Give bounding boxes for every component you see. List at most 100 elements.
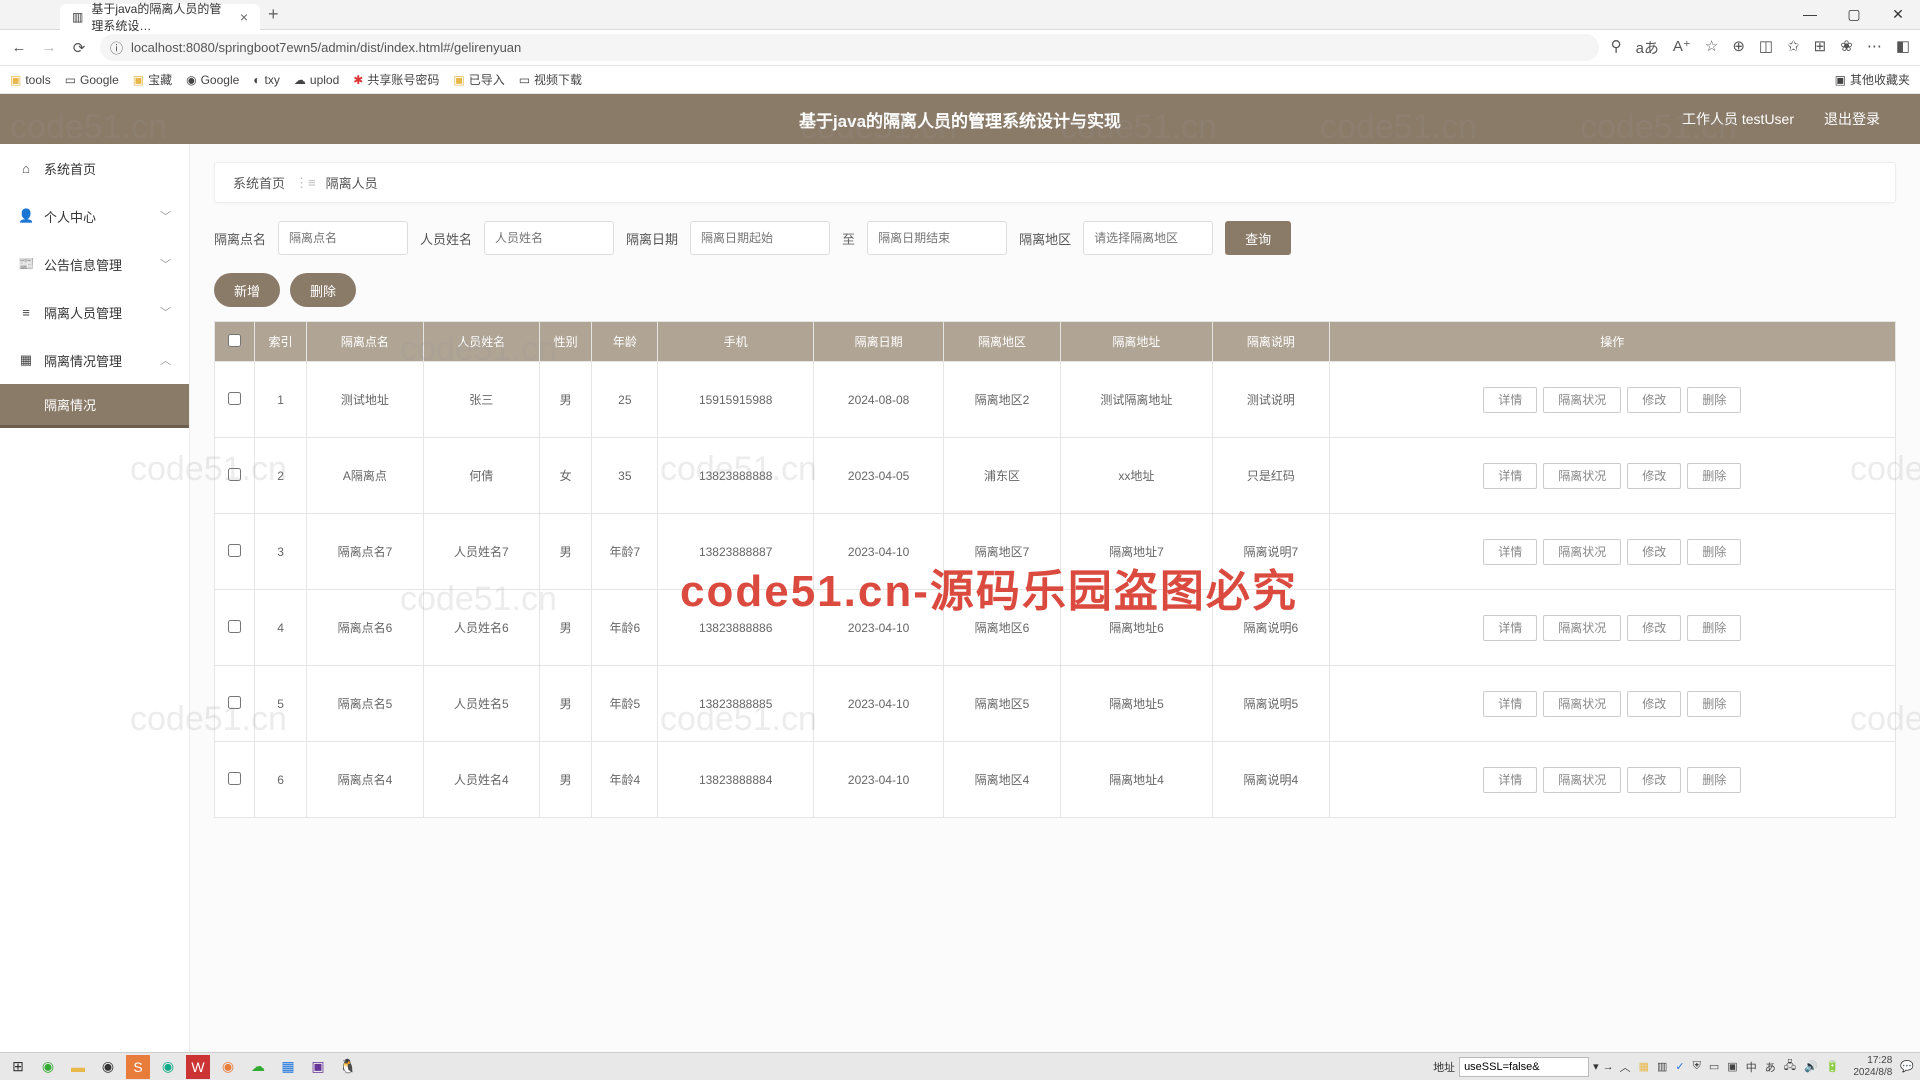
row-action-button[interactable]: 隔离状况 [1543, 539, 1621, 565]
row-action-button[interactable]: 详情 [1483, 539, 1537, 565]
sync-icon[interactable]: ❀ [1840, 37, 1853, 58]
tray-expand-icon[interactable]: ︿ [1620, 1059, 1631, 1075]
row-checkbox[interactable] [228, 696, 241, 709]
row-action-button[interactable]: 详情 [1483, 691, 1537, 717]
bookmark-item[interactable]: ▣宝藏 [133, 71, 172, 88]
row-action-button[interactable]: 隔离状况 [1543, 767, 1621, 793]
start-icon[interactable]: ⊞ [6, 1055, 30, 1079]
row-action-button[interactable]: 删除 [1687, 463, 1741, 489]
bookmark-item[interactable]: ◉Google [186, 73, 239, 87]
sidebar-subitem-status[interactable]: 隔离情况 [0, 384, 189, 428]
translate-icon[interactable]: aあ [1636, 37, 1659, 58]
browser-tab[interactable]: ▥ 基于java的隔离人员的管理系统设… × [60, 4, 260, 30]
close-window-icon[interactable]: ✕ [1876, 6, 1920, 23]
add-button[interactable]: 新增 [214, 273, 280, 307]
chevron-down-icon[interactable]: ▾ [1593, 1060, 1599, 1073]
go-icon[interactable]: → [1603, 1061, 1614, 1073]
ext-icon[interactable]: ⚲ [1611, 37, 1622, 58]
row-checkbox[interactable] [228, 392, 241, 405]
row-action-button[interactable]: 修改 [1627, 539, 1681, 565]
url-input[interactable]: ⓘ localhost:8080/springboot7ewn5/admin/d… [100, 34, 1599, 61]
taskbar-app-icon[interactable]: ◉ [216, 1055, 240, 1079]
sidebar-toggle-icon[interactable]: ◧ [1896, 37, 1910, 58]
taskbar-app-icon[interactable]: W [186, 1055, 210, 1079]
select-all-checkbox[interactable] [228, 334, 241, 347]
sidebar-item-profile[interactable]: 👤 个人中心 ﹀ [0, 192, 189, 240]
maximize-icon[interactable]: ▢ [1832, 6, 1876, 23]
row-action-button[interactable]: 删除 [1687, 615, 1741, 641]
filter-input-date-start[interactable] [690, 221, 830, 255]
breadcrumb-home[interactable]: 系统首页 [233, 173, 285, 192]
taskbar-clock[interactable]: 17:28 2024/8/8 [1853, 1055, 1892, 1079]
favorite-icon[interactable]: ☆ [1705, 37, 1718, 58]
row-checkbox[interactable] [228, 772, 241, 785]
back-icon[interactable]: ← [10, 39, 28, 56]
row-action-button[interactable]: 删除 [1687, 387, 1741, 413]
current-user[interactable]: 工作人员 testUser [1682, 109, 1794, 129]
sidebar-item-status[interactable]: ▦ 隔离情况管理 ︿ [0, 336, 189, 384]
notifications-icon[interactable]: 💬 [1900, 1060, 1914, 1073]
row-checkbox[interactable] [228, 544, 241, 557]
sidebar-item-home[interactable]: ⌂ 系统首页 [0, 144, 189, 192]
row-action-button[interactable]: 修改 [1627, 387, 1681, 413]
row-action-button[interactable]: 修改 [1627, 691, 1681, 717]
tray-ime-icon[interactable]: あ [1765, 1059, 1776, 1075]
bookmark-item[interactable]: ☁uplod [294, 73, 339, 87]
sidebar-item-notice[interactable]: 📰 公告信息管理 ﹀ [0, 240, 189, 288]
bookmark-item[interactable]: ▣已导入 [453, 71, 504, 88]
row-action-button[interactable]: 隔离状况 [1543, 387, 1621, 413]
row-action-button[interactable]: 修改 [1627, 767, 1681, 793]
row-action-button[interactable]: 隔离状况 [1543, 615, 1621, 641]
bookmark-item[interactable]: ▣tools [10, 73, 51, 87]
row-action-button[interactable]: 详情 [1483, 387, 1537, 413]
taskbar-app-icon[interactable]: ▦ [276, 1055, 300, 1079]
split-icon[interactable]: ◫ [1759, 37, 1773, 58]
extensions-icon[interactable]: ⊞ [1814, 37, 1827, 58]
row-action-button[interactable]: 详情 [1483, 615, 1537, 641]
tray-icon[interactable]: ▭ [1709, 1060, 1719, 1073]
forward-icon[interactable]: → [40, 39, 58, 56]
battery-icon[interactable]: 🔋 [1826, 1060, 1840, 1073]
row-action-button[interactable]: 隔离状况 [1543, 691, 1621, 717]
bookmark-item[interactable]: ▭Google [65, 73, 119, 87]
logout-link[interactable]: 退出登录 [1824, 109, 1880, 129]
new-tab-button[interactable]: + [268, 4, 279, 25]
tray-icon[interactable]: ✓ [1675, 1060, 1684, 1073]
row-action-button[interactable]: 删除 [1687, 691, 1741, 717]
query-button[interactable]: 查询 [1225, 221, 1291, 255]
network-icon[interactable]: 🖧 [1784, 1057, 1796, 1076]
row-action-button[interactable]: 隔离状况 [1543, 463, 1621, 489]
row-action-button[interactable]: 删除 [1687, 539, 1741, 565]
volume-icon[interactable]: 🔊 [1804, 1060, 1818, 1073]
row-checkbox[interactable] [228, 620, 241, 633]
tray-icon[interactable]: ▦ [1639, 1060, 1649, 1073]
tray-icon[interactable]: ▥ [1657, 1060, 1667, 1073]
bookmark-item[interactable]: ✱共享账号密码 [353, 71, 439, 88]
bookmark-item[interactable]: ▭视频下载 [519, 71, 582, 88]
tray-ime-icon[interactable]: 中 [1746, 1059, 1757, 1075]
row-action-button[interactable]: 删除 [1687, 767, 1741, 793]
taskbar-app-icon[interactable]: S [126, 1055, 150, 1079]
edge-icon[interactable]: ◉ [156, 1055, 180, 1079]
filter-input-point[interactable] [278, 221, 408, 255]
row-checkbox[interactable] [228, 468, 241, 481]
taskbar-app-icon[interactable]: ▣ [306, 1055, 330, 1079]
favorites-bar-icon[interactable]: ✩ [1787, 37, 1800, 58]
explorer-icon[interactable]: ▬ [66, 1055, 90, 1079]
row-action-button[interactable]: 修改 [1627, 615, 1681, 641]
row-action-button[interactable]: 详情 [1483, 463, 1537, 489]
qq-icon[interactable]: 🐧 [336, 1055, 360, 1079]
bookmark-other[interactable]: ▣其他收藏夹 [1835, 71, 1910, 88]
chrome-icon[interactable]: ◉ [96, 1055, 120, 1079]
collections-icon[interactable]: ⊕ [1732, 37, 1745, 58]
reload-icon[interactable]: ⟳ [70, 39, 88, 57]
read-icon[interactable]: A⁺ [1673, 37, 1691, 58]
bookmark-item[interactable]: ◐txy [253, 73, 280, 87]
more-icon[interactable]: ⋯ [1867, 37, 1882, 58]
minimize-icon[interactable]: — [1788, 6, 1832, 23]
sidebar-item-people[interactable]: ≡ 隔离人员管理 ﹀ [0, 288, 189, 336]
tray-icon[interactable]: ▣ [1727, 1060, 1737, 1073]
taskbar-app-icon[interactable]: ◉ [36, 1055, 60, 1079]
delete-button[interactable]: 删除 [290, 273, 356, 307]
tray-icon[interactable]: ⛨ [1693, 1060, 1701, 1073]
